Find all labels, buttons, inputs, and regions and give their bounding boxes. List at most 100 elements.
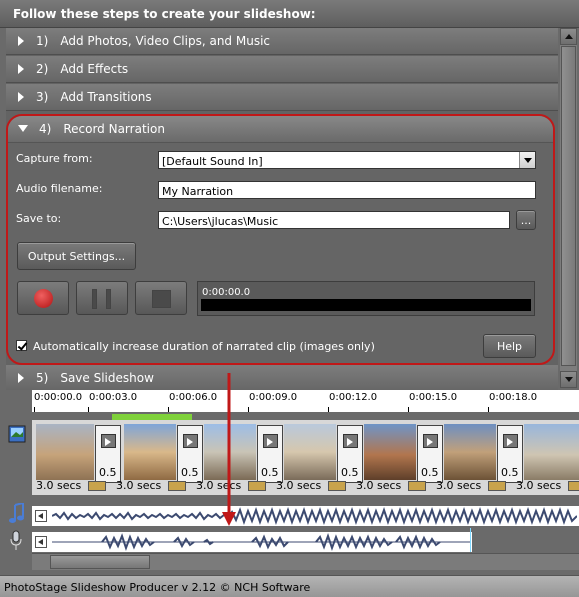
output-settings-button[interactable]: Output Settings... bbox=[17, 242, 136, 270]
record-timecode: 0:00:00.0 bbox=[202, 287, 251, 298]
music-track[interactable] bbox=[32, 506, 579, 526]
steps-title: Follow these steps to create your slides… bbox=[0, 0, 579, 28]
step-label: Record Narration bbox=[63, 122, 165, 136]
photo-clip[interactable] bbox=[364, 424, 416, 480]
save-to-field[interactable]: C:\Users\jlucas\Music bbox=[158, 211, 510, 229]
ruler-label: 0:00:00.0 bbox=[34, 392, 83, 403]
narration-waveform bbox=[52, 532, 470, 552]
clip-duration: 3.0 secs bbox=[356, 479, 402, 492]
ruler-tick bbox=[328, 407, 329, 412]
auto-increase-checkbox[interactable] bbox=[16, 340, 27, 351]
clip-duration: 3.0 secs bbox=[436, 479, 482, 492]
ruler-tick bbox=[488, 407, 489, 412]
photo-clip[interactable] bbox=[204, 424, 256, 480]
record-button[interactable] bbox=[17, 281, 69, 315]
duration-handle[interactable] bbox=[88, 481, 106, 491]
timeline-scroll-thumb[interactable] bbox=[50, 555, 150, 569]
step-label: Add Photos, Video Clips, and Music bbox=[60, 34, 270, 48]
ruler-tick bbox=[168, 407, 169, 412]
timeline: 0:00:00.0 0:00:03.0 0:00:06.0 0:00:09.0 … bbox=[0, 390, 579, 575]
ruler-label: 0:00:09.0 bbox=[249, 392, 298, 403]
ruler-tick bbox=[408, 407, 409, 412]
photo-track[interactable]: 0.5 0.5 0.5 0.5 0.5 0.5 3.0 secs 3.0 sec… bbox=[32, 420, 579, 495]
browse-button[interactable]: ... bbox=[516, 210, 536, 230]
transition-clip[interactable]: 0.5 bbox=[337, 425, 363, 483]
ruler-label: 0:00:18.0 bbox=[489, 392, 538, 403]
step-add-transitions[interactable]: 3) Add Transitions bbox=[6, 84, 558, 111]
step-record-narration[interactable]: 4) Record Narration bbox=[8, 116, 553, 143]
level-meter bbox=[201, 299, 531, 311]
step-number: 5) bbox=[36, 371, 49, 385]
audio-filename-field[interactable]: My Narration bbox=[158, 181, 536, 199]
duration-handle[interactable] bbox=[248, 481, 266, 491]
transition-icon bbox=[183, 434, 198, 448]
photo-clip[interactable] bbox=[36, 424, 94, 480]
expand-arrow-icon bbox=[18, 373, 24, 383]
scroll-up-button[interactable] bbox=[560, 28, 577, 45]
arrow-up-icon bbox=[565, 34, 573, 39]
stop-icon bbox=[152, 290, 171, 308]
step-number: 2) bbox=[36, 62, 49, 76]
step-add-effects[interactable]: 2) Add Effects bbox=[6, 56, 558, 83]
duration-handle[interactable] bbox=[328, 481, 346, 491]
transition-clip[interactable]: 0.5 bbox=[257, 425, 283, 483]
playhead-marker bbox=[470, 528, 471, 552]
transition-clip[interactable]: 0.5 bbox=[95, 425, 121, 483]
transition-duration: 0.5 bbox=[99, 466, 117, 479]
scroll-down-button[interactable] bbox=[560, 371, 577, 388]
speaker-icon[interactable] bbox=[35, 510, 47, 522]
record-narration-section: 4) Record Narration Capture from: [Defaul… bbox=[6, 114, 555, 365]
ruler-label: 0:00:06.0 bbox=[169, 392, 218, 403]
step-save-slideshow[interactable]: 5) Save Slideshow bbox=[6, 365, 558, 392]
photo-clip[interactable] bbox=[524, 424, 579, 480]
help-button[interactable]: Help bbox=[483, 334, 536, 358]
scroll-thumb[interactable] bbox=[561, 46, 576, 366]
pause-icon bbox=[92, 289, 97, 309]
duration-handle[interactable] bbox=[488, 481, 506, 491]
transition-clip[interactable]: 0.5 bbox=[417, 425, 443, 483]
clip-duration: 3.0 secs bbox=[516, 479, 562, 492]
duration-handle[interactable] bbox=[168, 481, 186, 491]
app-window: Follow these steps to create your slides… bbox=[0, 0, 579, 597]
pause-icon bbox=[106, 289, 111, 309]
step-number: 4) bbox=[39, 122, 52, 136]
photo-clip[interactable] bbox=[444, 424, 496, 480]
narration-track[interactable] bbox=[32, 532, 472, 552]
status-bar: PhotoStage Slideshow Producer v 2.12 © N… bbox=[0, 575, 579, 597]
steps-scrollbar[interactable] bbox=[560, 28, 577, 388]
microphone-icon bbox=[8, 530, 24, 555]
transition-clip[interactable]: 0.5 bbox=[177, 425, 203, 483]
transition-duration: 0.5 bbox=[341, 466, 359, 479]
ruler-label: 0:00:03.0 bbox=[89, 392, 138, 403]
transition-clip[interactable]: 0.5 bbox=[497, 425, 523, 483]
timeline-scrollbar[interactable] bbox=[32, 553, 579, 570]
step-add-photos[interactable]: 1) Add Photos, Video Clips, and Music bbox=[6, 28, 558, 55]
step-number: 1) bbox=[36, 34, 49, 48]
photo-clip[interactable] bbox=[124, 424, 176, 480]
auto-increase-label: Automatically increase duration of narra… bbox=[33, 340, 375, 353]
ruler-tick bbox=[88, 407, 89, 412]
duration-handle[interactable] bbox=[408, 481, 426, 491]
time-ruler[interactable]: 0:00:00.0 0:00:03.0 0:00:06.0 0:00:09.0 … bbox=[32, 390, 579, 412]
stop-button[interactable] bbox=[135, 281, 187, 315]
ruler-tick bbox=[34, 407, 35, 412]
pause-button[interactable] bbox=[76, 281, 128, 315]
speaker-icon[interactable] bbox=[35, 536, 47, 548]
clip-duration: 3.0 secs bbox=[116, 479, 162, 492]
chevron-down-icon[interactable] bbox=[519, 152, 535, 168]
audio-filename-label: Audio filename: bbox=[16, 182, 103, 195]
ruler-label: 0:00:12.0 bbox=[329, 392, 378, 403]
arrow-down-icon bbox=[565, 377, 573, 382]
save-to-label: Save to: bbox=[16, 212, 62, 225]
photo-clip[interactable] bbox=[284, 424, 336, 480]
music-note-icon bbox=[8, 501, 26, 528]
capture-from-select[interactable]: [Default Sound In] bbox=[158, 151, 536, 169]
duration-handle[interactable] bbox=[568, 481, 579, 491]
clip-duration: 3.0 secs bbox=[276, 479, 322, 492]
expand-arrow-icon bbox=[18, 64, 24, 74]
transition-icon bbox=[423, 434, 438, 448]
transition-icon bbox=[343, 434, 358, 448]
record-level-display: 0:00:00.0 bbox=[197, 281, 535, 316]
transition-duration: 0.5 bbox=[181, 466, 199, 479]
step-label: Save Slideshow bbox=[60, 371, 154, 385]
